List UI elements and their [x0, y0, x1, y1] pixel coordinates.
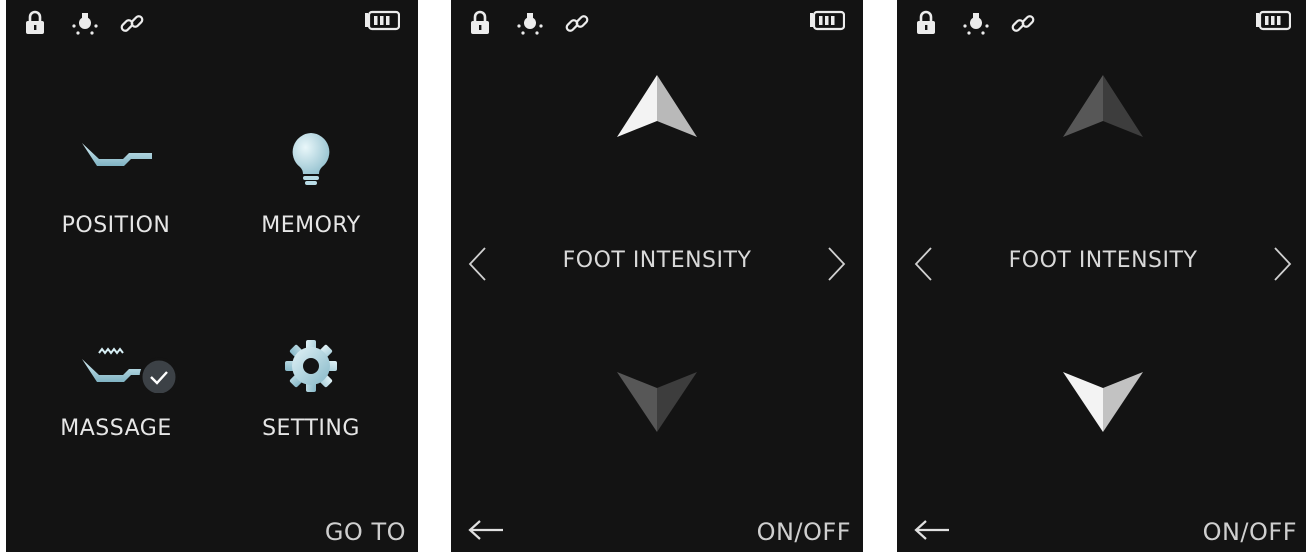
back-arrow-icon[interactable]: [913, 518, 951, 542]
lightbulb-icon: [292, 133, 330, 185]
bed-position-icon: [82, 143, 152, 166]
on-off-button[interactable]: ON/OFF: [1203, 518, 1297, 546]
lock-icon: [471, 10, 489, 34]
chevron-right-icon[interactable]: [827, 246, 847, 282]
menu-label: MASSAGE: [60, 416, 172, 441]
battery-icon: [810, 10, 845, 31]
menu-item-memory[interactable]: MEMORY: [246, 133, 376, 245]
link-icon: [1011, 15, 1035, 32]
foot-intensity-screen-up: FOOT INTENSITY ON/OFF: [451, 0, 863, 552]
mode-label: FOOT INTENSITY: [1008, 248, 1198, 273]
status-bar: [451, 0, 863, 50]
menu-item-setting[interactable]: SETTING: [246, 340, 376, 450]
up-arrow-button[interactable]: [617, 75, 697, 139]
link-icon: [120, 15, 144, 32]
massage-icon: [82, 347, 179, 393]
down-arrow-button[interactable]: [617, 370, 697, 434]
status-bar: [6, 0, 418, 50]
mode-label: FOOT INTENSITY: [562, 248, 752, 273]
lock-icon: [26, 10, 44, 34]
bulb-icon: [72, 13, 98, 35]
menu-label: MEMORY: [261, 213, 361, 238]
menu-label: SETTING: [262, 416, 360, 441]
gear-icon: [285, 340, 337, 392]
status-bar: [897, 0, 1306, 50]
back-arrow-icon[interactable]: [467, 518, 505, 542]
foot-intensity-screen-down: FOOT INTENSITY ON/OFF: [897, 0, 1306, 552]
go-to-button[interactable]: GO TO: [325, 518, 406, 546]
menu-item-massage[interactable]: MASSAGE: [51, 340, 181, 450]
battery-icon: [1256, 10, 1291, 31]
chevron-right-icon[interactable]: [1273, 246, 1293, 282]
lock-icon: [917, 10, 935, 34]
battery-icon: [365, 10, 400, 31]
link-icon: [565, 15, 589, 32]
up-arrow-button[interactable]: [1063, 75, 1143, 139]
down-arrow-button[interactable]: [1063, 370, 1143, 434]
menu-item-position[interactable]: POSITION: [51, 135, 181, 245]
menu-screen: POSITION MEMORY MASSAGE SETTING GO TO: [6, 0, 418, 552]
bulb-icon: [963, 13, 989, 35]
on-off-button[interactable]: ON/OFF: [757, 518, 851, 546]
menu-label: POSITION: [61, 213, 171, 238]
bulb-icon: [517, 13, 543, 35]
